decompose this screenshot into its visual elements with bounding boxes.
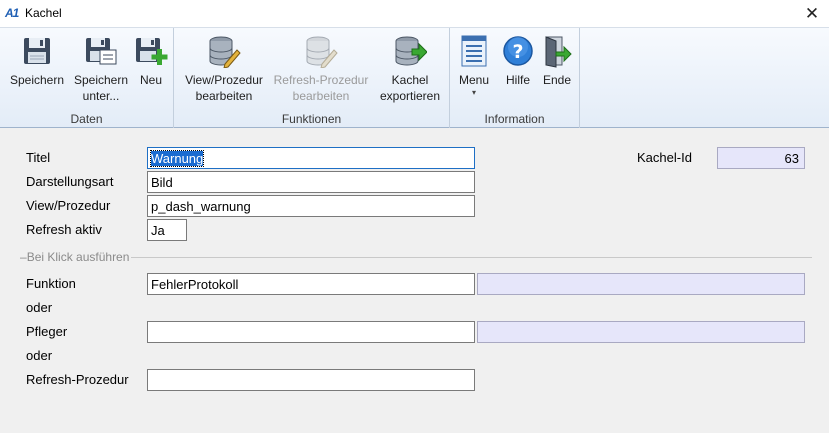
edit-view-procedure-label-line2: bearbeiten (195, 89, 253, 103)
ribbon-group-label-daten: Daten (70, 112, 103, 126)
edit-view-procedure-label-line1: View/Prozedur (185, 73, 263, 87)
app-logo: A1 (5, 6, 19, 20)
floppy-disk-icon (24, 38, 50, 64)
titel-field[interactable]: Warnung (147, 147, 475, 169)
save-label: Speichern (9, 73, 65, 87)
refresh-procedure-field[interactable] (147, 369, 475, 391)
menu-label: Menu (458, 73, 490, 87)
new-label: Neu (139, 73, 162, 87)
new-button[interactable]: Neu (134, 34, 168, 88)
pfleger-label: Pfleger (26, 324, 68, 339)
view-procedure-label: View/Prozedur (26, 198, 111, 213)
title-bar: A1 Kachel ✕ (0, 0, 829, 27)
kachel-id-field: 63 (717, 147, 805, 169)
pfleger-description-field (477, 321, 805, 343)
database-edit-icon (209, 36, 241, 68)
funktion-field[interactable]: FehlerProtokoll (147, 273, 475, 295)
ribbon-group-funktionen: View/Prozedur bearbeiten Refresh-Prozedu… (174, 28, 450, 128)
darstellungsart-label: Darstellungsart (26, 174, 114, 189)
section-divider (20, 257, 812, 258)
oder-label-1: oder (26, 300, 53, 315)
refresh-active-label: Refresh aktiv (26, 222, 102, 237)
ribbon-group-daten: Speichern Speichern unter... Neu Daten (0, 28, 174, 128)
ribbon-toolbar: Speichern Speichern unter... Neu Daten V… (0, 27, 829, 128)
menu-button[interactable]: Menu ▾ (456, 34, 492, 98)
edit-refresh-procedure-label-line2: bearbeiten (292, 89, 350, 103)
save-as-label-line2: unter... (82, 89, 120, 103)
help-icon: ? (503, 36, 533, 66)
ribbon-group-label-information: Information (484, 112, 545, 126)
save-button[interactable]: Speichern (6, 34, 68, 88)
window-title: Kachel (25, 6, 62, 20)
save-as-button[interactable]: Speichern unter... (70, 34, 132, 104)
section-label-on-click: –Bei Klick ausführen (20, 250, 132, 264)
refresh-procedure-label: Refresh-Prozedur (26, 372, 129, 387)
view-procedure-field[interactable]: p_dash_warnung (147, 195, 475, 217)
titel-label: Titel (26, 150, 51, 165)
export-tile-label-line1: Kachel (391, 73, 429, 87)
chevron-down-icon: ▾ (471, 88, 476, 97)
edit-refresh-procedure-button[interactable]: Refresh-Prozedur bearbeiten (270, 34, 372, 104)
exit-door-icon (545, 36, 572, 68)
exit-button[interactable]: Ende (540, 34, 574, 88)
database-refresh-icon (306, 36, 338, 68)
new-record-icon (136, 38, 168, 65)
refresh-active-field[interactable]: Ja (147, 219, 187, 241)
menu-icon (461, 35, 487, 67)
funktion-label: Funktion (26, 276, 76, 291)
save-as-icon (86, 38, 117, 65)
export-tile-label-line2: exportieren (379, 89, 441, 103)
section-label-text: Bei Klick ausführen (26, 250, 130, 264)
svg-text:?: ? (512, 41, 523, 63)
funktion-description-field (477, 273, 805, 295)
export-tile-button[interactable]: Kachel exportieren (374, 34, 446, 104)
help-button[interactable]: ? Hilfe (502, 34, 534, 88)
kachel-id-label: Kachel-Id (637, 150, 692, 165)
ribbon-group-information: Menu ▾ ? Hilfe Ende Information (450, 28, 580, 128)
oder-label-2: oder (26, 348, 53, 363)
save-as-label-line1: Speichern (73, 73, 129, 87)
ribbon-group-label-funktionen: Funktionen (281, 112, 342, 126)
exit-label: Ende (542, 73, 572, 87)
close-button[interactable]: ✕ (795, 0, 829, 27)
help-label: Hilfe (505, 73, 530, 87)
darstellungsart-field[interactable]: Bild (147, 171, 475, 193)
database-export-icon (395, 36, 427, 66)
edit-refresh-procedure-label-line1: Refresh-Prozedur (273, 73, 369, 87)
titel-value: Warnung (149, 150, 205, 167)
pfleger-field[interactable] (147, 321, 475, 343)
edit-view-procedure-button[interactable]: View/Prozedur bearbeiten (180, 34, 268, 104)
